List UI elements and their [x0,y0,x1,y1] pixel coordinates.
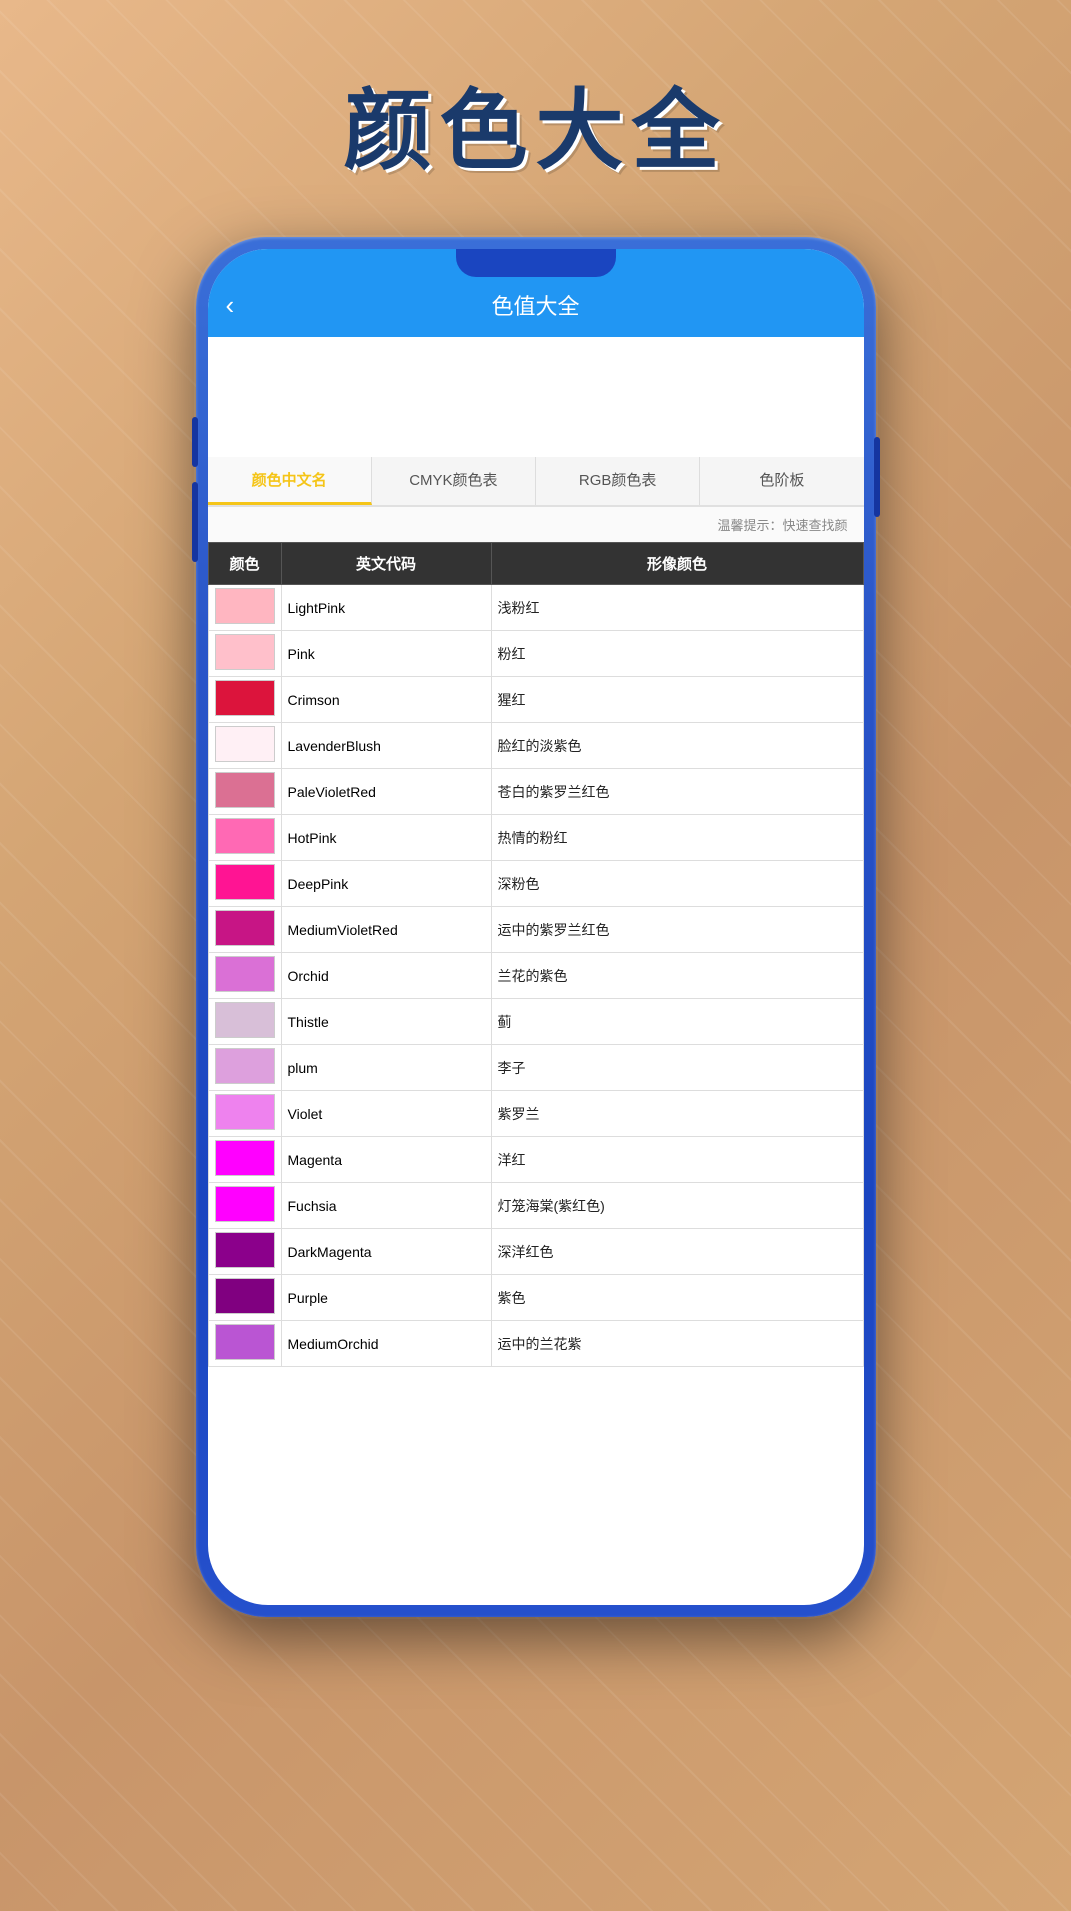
color-name-en: LavenderBlush [281,723,491,769]
color-table: 颜色 英文代码 形像颜色 LightPink浅粉红Pink粉红Crimson猩红… [208,542,864,1367]
table-row[interactable]: Pink粉红 [208,631,863,677]
col-header-cn: 形像颜色 [491,543,863,585]
table-row[interactable]: Purple紫色 [208,1275,863,1321]
table-row[interactable]: Orchid兰花的紫色 [208,953,863,999]
color-name-en: DarkMagenta [281,1229,491,1275]
tab-rgb[interactable]: RGB颜色表 [536,457,700,505]
color-name-cn: 灯笼海棠(紫红色) [491,1183,863,1229]
color-name-en: MediumOrchid [281,1321,491,1367]
col-header-en: 英文代码 [281,543,491,585]
phone-notch [456,249,616,277]
color-name-en: MediumVioletRed [281,907,491,953]
volume-down-button [192,482,198,562]
banner-area [208,337,864,457]
color-name-en: Fuchsia [281,1183,491,1229]
color-name-en: Magenta [281,1137,491,1183]
color-swatch [215,1278,275,1314]
color-swatch [215,1048,275,1084]
color-name-cn: 苍白的紫罗兰红色 [491,769,863,815]
tab-cmyk[interactable]: CMYK颜色表 [372,457,536,505]
color-name-en: plum [281,1045,491,1091]
color-name-cn: 深粉色 [491,861,863,907]
color-swatch [215,1232,275,1268]
color-name-cn: 李子 [491,1045,863,1091]
tab-chinese-color-name[interactable]: 颜色中文名 [208,457,372,505]
color-swatch [215,956,275,992]
color-name-en: Orchid [281,953,491,999]
color-name-cn: 脸红的淡紫色 [491,723,863,769]
color-name-en: Pink [281,631,491,677]
color-swatch [215,1324,275,1360]
phone-frame: ‹ 色值大全 颜色中文名 CMYK颜色表 RGB颜色表 色阶板 温馨提示：快速查… [196,237,876,1617]
app-header-title: 色值大全 [491,289,579,321]
volume-up-button [192,417,198,467]
color-name-en: Purple [281,1275,491,1321]
color-name-en: HotPink [281,815,491,861]
tab-bar: 颜色中文名 CMYK颜色表 RGB颜色表 色阶板 [208,457,864,507]
table-row[interactable]: PaleVioletRed苍白的紫罗兰红色 [208,769,863,815]
table-row[interactable]: LightPink浅粉红 [208,585,863,631]
color-name-en: DeepPink [281,861,491,907]
table-row[interactable]: Fuchsia灯笼海棠(紫红色) [208,1183,863,1229]
color-name-en: Thistle [281,999,491,1045]
color-table-wrapper: 颜色 英文代码 形像颜色 LightPink浅粉红Pink粉红Crimson猩红… [208,542,864,1605]
color-name-cn: 兰花的紫色 [491,953,863,999]
color-swatch [215,726,275,762]
color-swatch [215,1186,275,1222]
table-row[interactable]: MediumVioletRed运中的紫罗兰红色 [208,907,863,953]
color-swatch [215,634,275,670]
table-row[interactable]: Violet紫罗兰 [208,1091,863,1137]
power-button [874,437,880,517]
page-title: 颜色大全 [343,60,727,187]
color-swatch [215,910,275,946]
table-row[interactable]: LavenderBlush脸红的淡紫色 [208,723,863,769]
table-row[interactable]: Crimson猩红 [208,677,863,723]
color-swatch [215,1002,275,1038]
color-name-en: PaleVioletRed [281,769,491,815]
color-name-cn: 深洋红色 [491,1229,863,1275]
table-row[interactable]: DeepPink深粉色 [208,861,863,907]
color-swatch [215,864,275,900]
color-name-cn: 紫色 [491,1275,863,1321]
table-row[interactable]: MediumOrchid运中的兰花紫 [208,1321,863,1367]
color-name-en: Violet [281,1091,491,1137]
color-name-en: LightPink [281,585,491,631]
color-name-cn: 洋红 [491,1137,863,1183]
color-swatch [215,772,275,808]
color-swatch [215,818,275,854]
color-swatch [215,588,275,624]
table-row[interactable]: Magenta洋红 [208,1137,863,1183]
color-name-cn: 粉红 [491,631,863,677]
table-row[interactable]: HotPink热情的粉红 [208,815,863,861]
back-button[interactable]: ‹ [226,290,235,321]
col-header-color: 颜色 [208,543,281,585]
color-name-cn: 紫罗兰 [491,1091,863,1137]
color-name-cn: 猩红 [491,677,863,723]
color-swatch [215,1094,275,1130]
table-row[interactable]: DarkMagenta深洋红色 [208,1229,863,1275]
table-row[interactable]: plum李子 [208,1045,863,1091]
tab-gradient[interactable]: 色阶板 [700,457,863,505]
color-name-cn: 浅粉红 [491,585,863,631]
hint-text: 温馨提示：快速查找颜 [208,507,864,542]
color-swatch [215,1140,275,1176]
color-name-cn: 运中的紫罗兰红色 [491,907,863,953]
color-name-cn: 运中的兰花紫 [491,1321,863,1367]
table-row[interactable]: Thistle蓟 [208,999,863,1045]
color-name-cn: 蓟 [491,999,863,1045]
color-swatch [215,680,275,716]
color-name-cn: 热情的粉红 [491,815,863,861]
color-name-en: Crimson [281,677,491,723]
